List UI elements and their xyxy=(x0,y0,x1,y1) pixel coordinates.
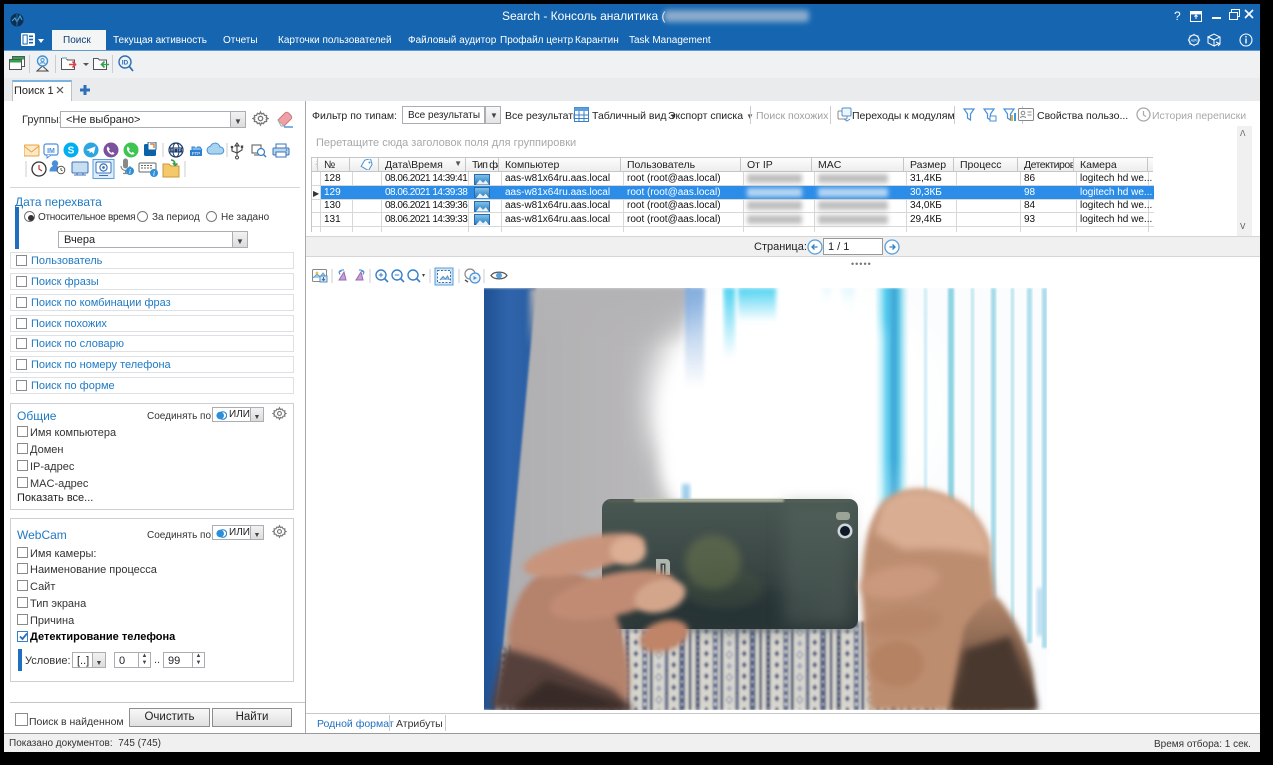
svg-text:API: API xyxy=(1190,38,1197,43)
svg-text:ID: ID xyxy=(122,60,129,67)
svg-text:FTP: FTP xyxy=(192,151,200,156)
svg-text:HTTP: HTTP xyxy=(171,148,182,153)
svg-text:IM: IM xyxy=(47,148,55,155)
svg-text:S: S xyxy=(68,146,75,157)
